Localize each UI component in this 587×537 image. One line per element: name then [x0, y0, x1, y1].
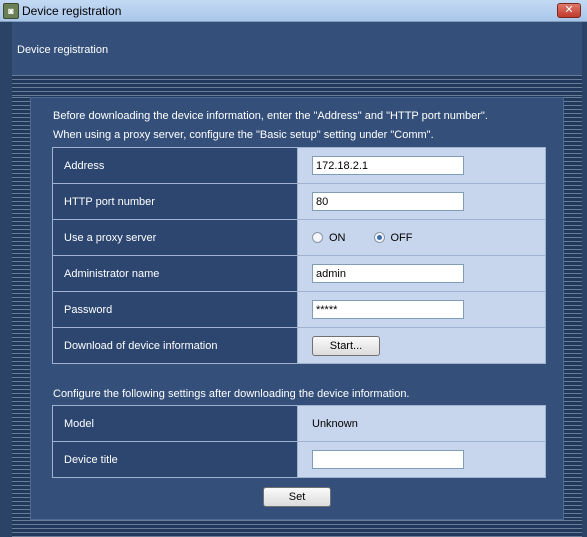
device-title-cell — [297, 441, 546, 478]
http-port-label: HTTP port number — [52, 183, 298, 220]
proxy-label: Use a proxy server — [52, 219, 298, 256]
proxy-radio-group: ON OFF — [312, 232, 545, 244]
admin-name-row: Administrator name — [52, 255, 546, 292]
start-download-button[interactable]: Start... — [312, 335, 380, 356]
download-row: Download of device information Start... — [52, 327, 546, 364]
password-label: Password — [52, 291, 298, 328]
proxy-on-radio[interactable]: ON — [312, 232, 346, 244]
model-label: Model — [52, 405, 298, 442]
address-label: Address — [52, 147, 298, 184]
password-row: Password — [52, 291, 546, 328]
address-row: Address — [52, 147, 546, 184]
admin-name-cell — [297, 255, 546, 292]
proxy-off-radio[interactable]: OFF — [373, 231, 413, 244]
page-title: Device registration — [17, 44, 109, 56]
model-row: Model Unknown — [52, 405, 546, 442]
header-divider — [12, 75, 582, 97]
camera-app-icon: ◙ — [3, 3, 19, 19]
device-registration-window: ◙ Device registration ✕ Device registrat… — [0, 0, 587, 537]
window-title: Device registration — [22, 4, 122, 18]
device-title-row: Device title — [52, 441, 546, 478]
radio-checked-icon — [373, 232, 385, 243]
footer-divider — [12, 520, 582, 537]
page-header: Device registration — [12, 22, 582, 75]
http-port-row: HTTP port number — [52, 183, 546, 220]
download-cell: Start... — [297, 327, 546, 364]
intro-line-2: When using a proxy server, configure the… — [53, 129, 434, 141]
post-download-note: Configure the following settings after d… — [53, 388, 410, 400]
password-input[interactable] — [312, 300, 464, 319]
proxy-on-label: ON — [329, 231, 346, 244]
password-cell — [297, 291, 546, 328]
download-label: Download of device information — [52, 327, 298, 364]
close-button[interactable]: ✕ — [557, 3, 581, 18]
radio-unchecked-icon — [312, 232, 323, 243]
intro-line-1: Before downloading the device informatio… — [53, 110, 488, 122]
address-cell — [297, 147, 546, 184]
set-button[interactable]: Set — [263, 487, 331, 507]
proxy-cell: ON OFF — [297, 219, 546, 256]
connection-form: Address HTTP port number Use a proxy ser… — [52, 147, 546, 364]
admin-name-input[interactable] — [312, 264, 464, 283]
proxy-row: Use a proxy server ON OFF — [52, 219, 546, 256]
device-title-input[interactable] — [312, 450, 464, 469]
registration-panel: Before downloading the device informatio… — [30, 97, 564, 520]
http-port-input[interactable] — [312, 192, 464, 211]
device-info-form: Model Unknown Device title — [52, 405, 546, 478]
device-title-label: Device title — [52, 441, 298, 478]
admin-name-label: Administrator name — [52, 255, 298, 292]
address-input[interactable] — [312, 156, 464, 175]
left-border-stripes — [12, 97, 30, 520]
proxy-off-label: OFF — [390, 231, 413, 244]
right-border-stripes — [564, 97, 582, 520]
title-bar[interactable]: ◙ Device registration ✕ — [0, 0, 587, 22]
model-value: Unknown — [297, 405, 546, 442]
http-port-cell — [297, 183, 546, 220]
